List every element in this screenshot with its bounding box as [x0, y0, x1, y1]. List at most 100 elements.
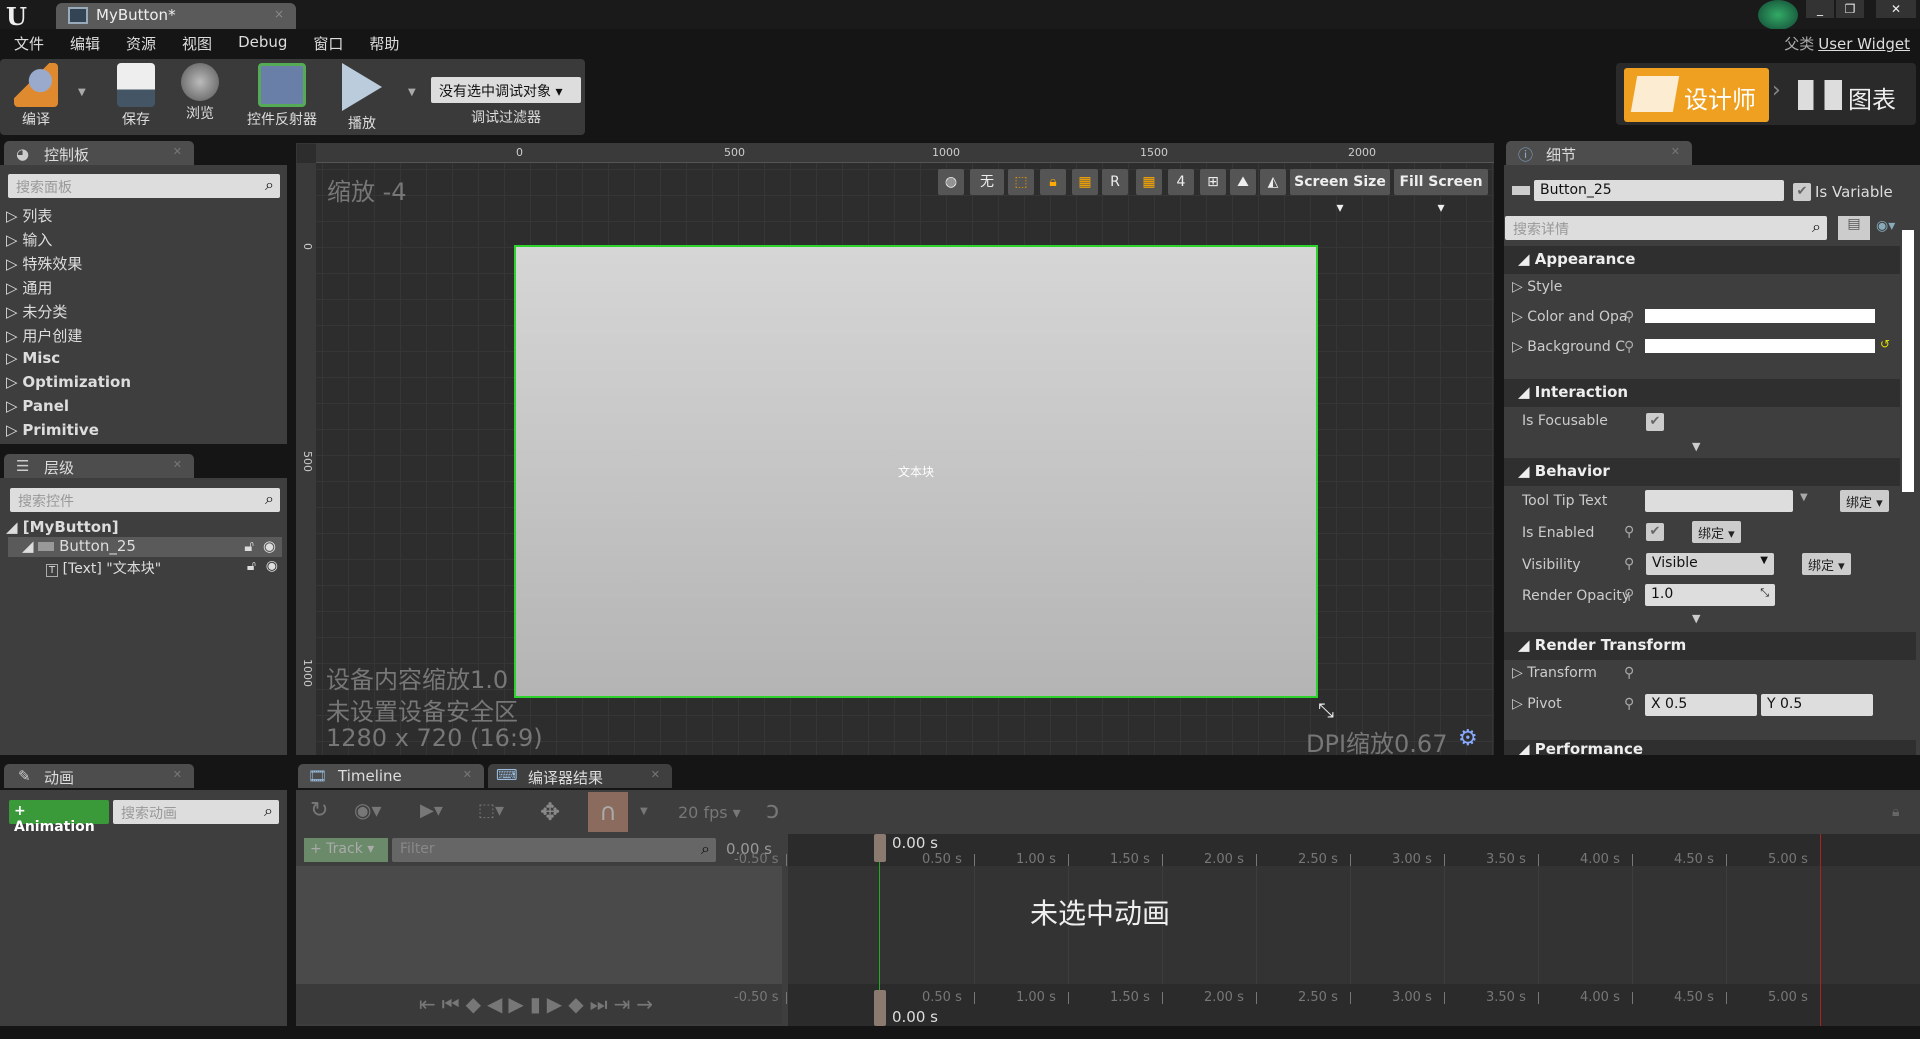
animations-tab[interactable]: ✎ 动画 ✕: [4, 764, 194, 788]
binding-icon[interactable]: ⚲: [1624, 339, 1634, 355]
reset-to-default-icon[interactable]: ↺: [1880, 337, 1890, 351]
resize-handle-icon[interactable]: ⤡: [1318, 698, 1334, 722]
maximize-button[interactable]: ❐: [1836, 0, 1864, 18]
menu-window[interactable]: 窗口: [311, 29, 355, 56]
compiler-results-tab[interactable]: ⌨ 编译器结果 ✕: [488, 764, 672, 788]
play-options-icon[interactable]: ▶▾: [420, 800, 443, 821]
close-tab-icon[interactable]: ✕: [651, 768, 660, 781]
close-tab-icon[interactable]: ✕: [173, 768, 182, 781]
visibility-filter-eye-icon[interactable]: ◉▾: [1876, 218, 1895, 234]
palette-category[interactable]: ▷ Optimization: [6, 373, 131, 391]
menu-help[interactable]: 帮助: [367, 29, 411, 56]
pivot-y-input[interactable]: Y 0.5: [1761, 694, 1873, 716]
eye-icon[interactable]: ◉: [263, 537, 276, 555]
binding-icon[interactable]: ⚲: [1624, 665, 1634, 681]
binding-icon[interactable]: ⚲: [1624, 524, 1634, 540]
expand-advanced-icon[interactable]: ▼: [1692, 612, 1700, 625]
lock-icon[interactable]: 🔓︎: [244, 537, 254, 555]
binding-icon[interactable]: ⚲: [1624, 309, 1634, 325]
play-options-chevron-icon[interactable]: ▼: [408, 87, 416, 98]
details-scrollbar[interactable]: [1902, 230, 1914, 492]
palette-category[interactable]: ▷ Primitive: [6, 421, 99, 439]
palette-category[interactable]: ▷ 输入: [6, 229, 52, 250]
menu-asset[interactable]: 资源: [124, 29, 168, 56]
close-tab-icon[interactable]: ✕: [173, 458, 182, 471]
palette-search-input[interactable]: 搜索面板 ⌕: [8, 174, 280, 198]
designer-mode-button[interactable]: 设计师: [1624, 68, 1769, 122]
is-enabled-checkbox[interactable]: ✔: [1646, 523, 1664, 541]
details-search-input[interactable]: 搜索详情 ⌕: [1505, 216, 1827, 240]
snap-options-chevron-icon[interactable]: ▼: [640, 806, 648, 817]
is-focusable-checkbox[interactable]: ✔: [1646, 413, 1664, 431]
transport-controls[interactable]: ⇤⏮◆◀▶▮▶◆⏭⇥→: [296, 984, 782, 1024]
details-tab[interactable]: ⓘ 细节 ✕: [1506, 141, 1692, 165]
palette-category[interactable]: ▷ 列表: [6, 205, 52, 226]
loop-icon[interactable]: ↻: [310, 798, 328, 823]
screen-size-dropdown[interactable]: Screen Size ▾: [1290, 169, 1390, 216]
section-render-transform[interactable]: ◢ Render Transform: [1504, 632, 1916, 660]
snap-none-button[interactable]: 无: [970, 169, 1004, 195]
menu-view[interactable]: 视图: [180, 29, 224, 56]
section-appearance[interactable]: ◢ Appearance: [1504, 246, 1900, 274]
expand-advanced-icon[interactable]: ▼: [1692, 440, 1700, 453]
pivot-x-input[interactable]: X 0.5: [1645, 694, 1757, 716]
palette-category[interactable]: ▷ 用户创建: [6, 325, 82, 346]
add-animation-button[interactable]: + Animation: [9, 800, 109, 835]
palette-category[interactable]: ▷ 通用: [6, 277, 52, 298]
palette-category[interactable]: ▷ 未分类: [6, 301, 67, 322]
menu-file[interactable]: 文件: [12, 29, 56, 56]
dashed-rect-icon[interactable]: ⬚: [1008, 169, 1034, 195]
close-tab-icon[interactable]: ×: [274, 7, 284, 21]
play-button[interactable]: 播放: [334, 59, 390, 135]
source-control-icon[interactable]: [1758, 0, 1798, 30]
button-widget-preview[interactable]: 文本块: [514, 245, 1318, 698]
lock-icon[interactable]: 🔒︎: [1040, 169, 1066, 195]
is-variable-checkbox[interactable]: ✔: [1793, 183, 1811, 201]
binding-icon[interactable]: ⚲: [1624, 696, 1634, 712]
lock-icon[interactable]: 🔓︎: [247, 558, 256, 574]
add-track-button[interactable]: + Track ▾: [304, 838, 388, 862]
respect-locks-button[interactable]: R: [1102, 169, 1128, 195]
close-tab-icon[interactable]: ✕: [463, 768, 472, 781]
compile-options-chevron-icon[interactable]: ▼: [78, 87, 86, 98]
tree-item-button[interactable]: ◢ Button_25 🔓︎ ◉: [8, 537, 282, 557]
tooltip-input[interactable]: [1645, 490, 1793, 512]
palette-category[interactable]: ▷ Panel: [6, 397, 69, 415]
section-interaction[interactable]: ◢ Interaction: [1504, 379, 1900, 407]
widget-name-input[interactable]: Button_25: [1534, 180, 1784, 201]
selection-icon[interactable]: ⬚▾: [478, 800, 504, 821]
menu-edit[interactable]: 编辑: [68, 29, 112, 56]
background-image-icon[interactable]: ⛰: [1230, 169, 1256, 195]
transform-gizmo-icon[interactable]: ✥: [540, 798, 560, 826]
color-opacity-swatch[interactable]: [1645, 309, 1875, 323]
visibility-bind-button[interactable]: 绑定 ▾: [1802, 553, 1851, 575]
flip-icon[interactable]: ◭: [1260, 169, 1286, 195]
tree-root[interactable]: ◢ [MyButton]: [6, 518, 119, 536]
render-opacity-input[interactable]: 1.0 ⤡: [1645, 584, 1775, 606]
debug-object-dropdown[interactable]: 没有选中调试对象 ▾: [431, 77, 581, 103]
close-tab-icon[interactable]: ✕: [1671, 145, 1680, 158]
layout-icon[interactable]: ▦: [1072, 169, 1098, 195]
parent-class-link[interactable]: User Widget: [1818, 35, 1910, 53]
hierarchy-search-input[interactable]: 搜索控件 ⌕: [10, 488, 280, 512]
section-performance[interactable]: ◢ Performance: [1504, 740, 1916, 755]
binding-icon[interactable]: ⚲: [1624, 556, 1634, 572]
hierarchy-tab[interactable]: ☰ 层级 ✕: [4, 454, 194, 478]
menu-debug[interactable]: Debug: [236, 29, 299, 56]
curve-editor-icon[interactable]: ↄ: [766, 796, 779, 824]
palette-tab[interactable]: ◕ 控制板 ✕: [4, 141, 194, 165]
palette-category[interactable]: ▷ 特殊效果: [6, 253, 82, 274]
background-color-swatch[interactable]: [1645, 339, 1875, 353]
fps-dropdown[interactable]: 20 fps ▾: [678, 803, 741, 822]
palette-category[interactable]: ▷ Misc: [6, 349, 60, 367]
tooltip-bind-button[interactable]: 绑定 ▾: [1840, 490, 1889, 512]
world-space-icon[interactable]: ◍: [938, 169, 964, 195]
color-opacity-property[interactable]: ▷ Color and Opa: [1512, 309, 1628, 325]
property-matrix-icon[interactable]: ▤: [1838, 216, 1870, 240]
section-behavior[interactable]: ◢ Behavior: [1504, 458, 1900, 486]
compile-button[interactable]: 编译: [4, 59, 68, 135]
playhead-handle[interactable]: [874, 834, 886, 862]
close-tab-icon[interactable]: ✕: [173, 145, 182, 158]
eye-icon[interactable]: ◉: [266, 558, 278, 574]
minimize-button[interactable]: _: [1806, 0, 1834, 18]
